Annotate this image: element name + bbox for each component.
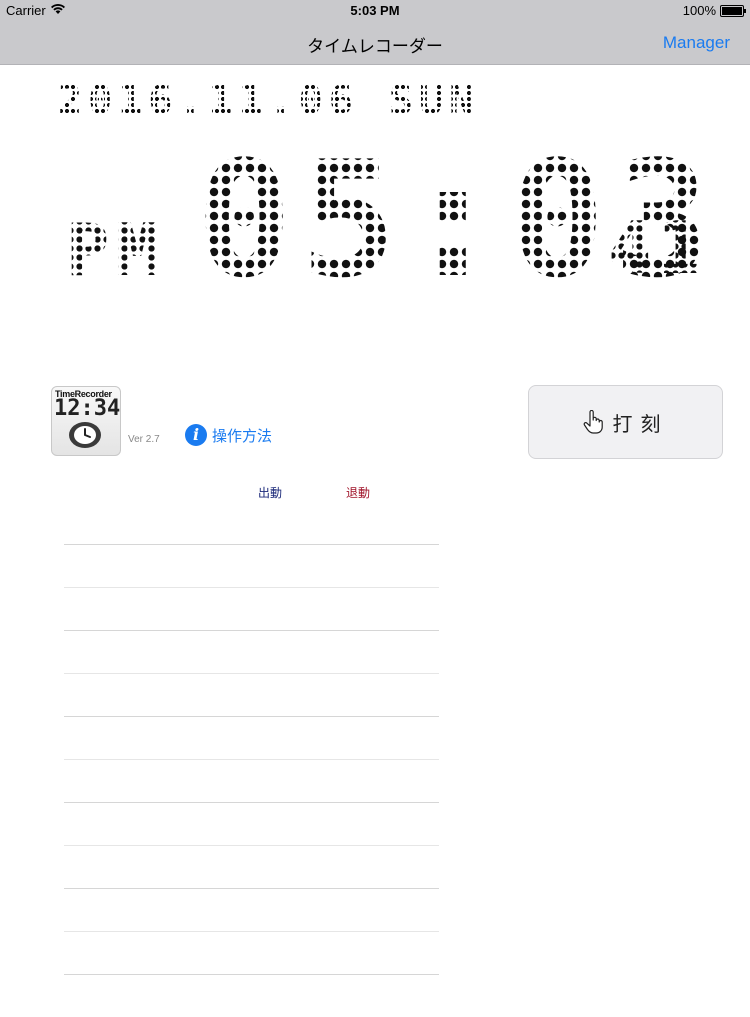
clock-seconds: 41: [608, 206, 707, 290]
table-row[interactable]: [64, 673, 439, 716]
manager-button[interactable]: Manager: [663, 33, 730, 53]
app-icon: TimeRecorder 12:34: [51, 386, 121, 456]
table-row[interactable]: [64, 888, 439, 931]
clock-icon: [69, 422, 101, 448]
table-row[interactable]: [64, 544, 439, 587]
navigation-bar: タイムレコーダー Manager: [0, 22, 750, 65]
table-row[interactable]: [64, 845, 439, 888]
column-header-in: 出動: [258, 486, 283, 500]
table-row[interactable]: [64, 931, 439, 974]
info-icon[interactable]: i: [185, 424, 207, 446]
attendance-list: [64, 544, 439, 1017]
table-row[interactable]: [64, 974, 439, 1017]
status-bar: Carrier 5:03 PM 100%: [0, 0, 750, 22]
stamp-label[interactable]: 打刻: [613, 408, 669, 437]
clock-date: 2016.11.06 SUN: [58, 78, 480, 124]
version-label: Ver 2.7: [128, 434, 160, 445]
column-header-out: 退動: [346, 486, 371, 500]
table-row[interactable]: [64, 716, 439, 759]
pointing-hand-icon: [583, 410, 603, 434]
help-link[interactable]: i 操作方法: [185, 424, 272, 446]
clock-ampm: PM: [66, 208, 165, 292]
battery-percent: 100%: [682, 3, 716, 18]
table-row[interactable]: [64, 759, 439, 802]
status-time: 5:03 PM: [350, 3, 400, 18]
nav-title: タイムレコーダー: [307, 37, 443, 56]
help-label[interactable]: 操作方法: [212, 425, 272, 446]
battery-icon: [720, 5, 746, 17]
table-row[interactable]: [64, 802, 439, 845]
stamp-button[interactable]: 打刻: [528, 385, 723, 459]
table-row[interactable]: [64, 587, 439, 630]
table-row[interactable]: [64, 630, 439, 673]
app-icon-time: 12:34: [54, 396, 121, 421]
